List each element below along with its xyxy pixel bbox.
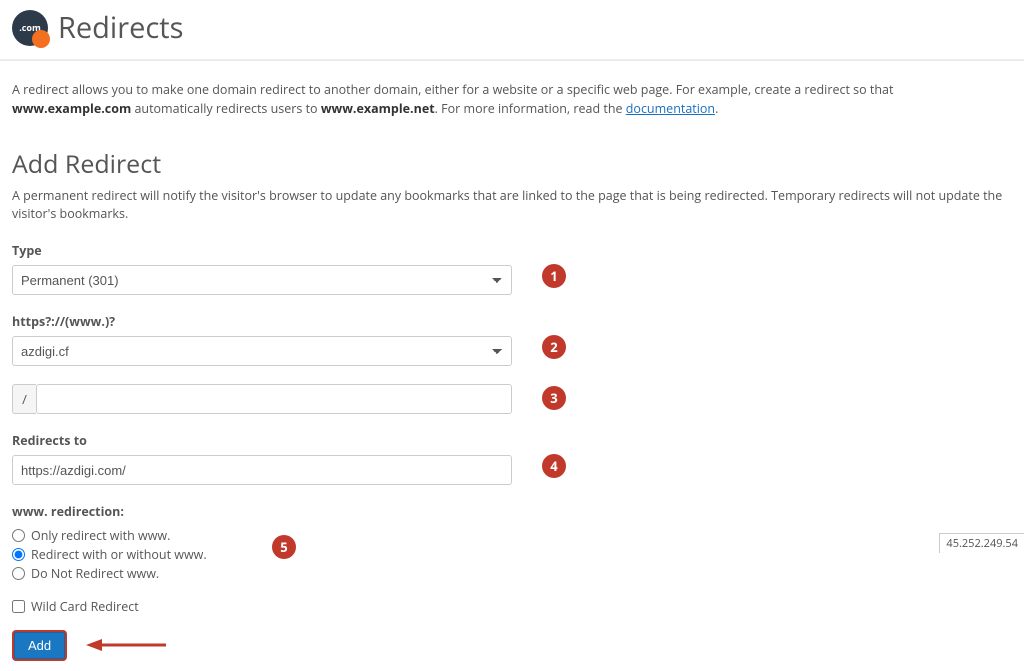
main-content: A redirect allows you to make one domain… [0,60,1024,671]
intro-mid: automatically redirects users to [131,100,321,117]
intro-example-to: www.example.net [321,100,435,117]
radio-only-www-label: Only redirect with www. [31,527,170,544]
intro-pre: A redirect allows you to make one domain… [12,81,893,98]
section-description: A permanent redirect will notify the vis… [12,187,1012,225]
redirect-type-select[interactable]: Permanent (301) [12,265,512,295]
radio-both-www[interactable]: Redirect with or without www. [12,545,1012,564]
radio-none-www[interactable]: Do Not Redirect www. [12,564,1012,583]
wildcard-checkbox[interactable] [12,600,25,613]
radio-both-www-input[interactable] [12,548,25,561]
annotation-badge-1: 1 [542,264,566,288]
documentation-link[interactable]: documentation [626,100,715,117]
domain-select[interactable]: azdigi.cf [12,336,512,366]
annotation-badge-3: 3 [542,386,566,410]
redirects-to-row: Redirects to 4 [12,432,1012,485]
radio-only-www[interactable]: Only redirect with www. [12,526,1012,545]
radio-both-www-label: Redirect with or without www. [31,546,207,563]
www-radio-group: Only redirect with www. Redirect with or… [12,526,1012,583]
ip-footer: 45.252.249.54 [939,533,1024,553]
intro-paragraph: A redirect allows you to make one domain… [12,71,1012,119]
intro-example-from: www.example.com [12,100,131,117]
icon-text: .com [19,21,41,34]
redirects-to-input[interactable] [12,455,512,485]
annotation-badge-5: 5 [272,535,296,559]
radio-none-www-input[interactable] [12,567,25,580]
path-addon: / [12,384,36,414]
redirects-icon: .com [12,10,48,46]
add-button[interactable]: Add [12,630,67,661]
intro-tail: . [715,100,718,117]
arrow-icon [86,638,166,652]
page-title: Redirects [58,8,183,47]
domain-row: https?://(www.)? azdigi.cf 2 [12,313,1012,366]
domain-label: https?://(www.)? [12,313,1012,330]
page-header: .com Redirects [0,0,1024,60]
radio-none-www-label: Do Not Redirect www. [31,565,159,582]
redirects-to-label: Redirects to [12,432,1012,449]
path-row: / 3 [12,384,1012,414]
intro-post: . For more information, read the [435,100,626,117]
type-row: Type Permanent (301) 1 [12,242,1012,295]
section-title: Add Redirect [12,147,1012,181]
www-redirection-row: www. redirection: Only redirect with www… [12,503,1012,583]
annotation-badge-2: 2 [542,335,566,359]
www-label: www. redirection: [12,503,1012,520]
annotation-badge-4: 4 [542,454,566,478]
path-input[interactable] [36,384,512,414]
radio-only-www-input[interactable] [12,529,25,542]
wildcard-checkbox-item[interactable]: Wild Card Redirect [12,597,1012,616]
wildcard-label: Wild Card Redirect [31,598,139,615]
type-label: Type [12,242,1012,259]
